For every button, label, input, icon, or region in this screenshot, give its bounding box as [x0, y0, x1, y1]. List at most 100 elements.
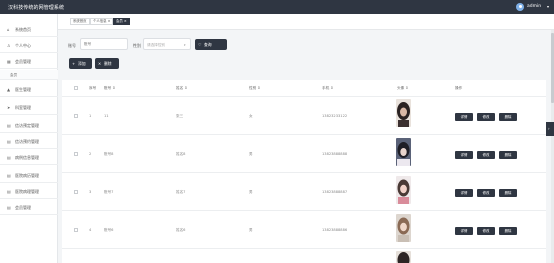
sidebar-item-label: 会员管理 — [15, 59, 31, 64]
sidebar-item-hospital-records[interactable]: ▤ 医院病历管理 — [0, 168, 58, 183]
sidebar-item-label: 科室管理 — [15, 105, 31, 110]
column-header-index: 序号 — [89, 86, 97, 90]
table-row — [62, 134, 546, 172]
list-icon: ▤ — [7, 173, 11, 178]
row-gender: 男 — [249, 228, 253, 232]
row-edit-button[interactable]: 修改 — [477, 113, 495, 121]
sidebar-item-label: 个人中心 — [15, 43, 31, 48]
column-header-account[interactable]: 账号 ⇕ — [104, 86, 115, 91]
table-row — [62, 210, 546, 248]
sidebar-item-members[interactable]: ▦ 会员管理 — [0, 54, 58, 69]
avatar-photo — [396, 251, 411, 263]
chevron-down-icon: ▾ — [184, 43, 186, 47]
column-header-gender[interactable]: 性别 ⇕ — [249, 86, 260, 91]
sidebar-item-member-mgmt[interactable]: ▤ 会员管理 — [0, 200, 58, 215]
avatar-photo — [396, 176, 411, 204]
username[interactable]: admin — [527, 4, 541, 9]
list-icon: ▤ — [7, 139, 11, 144]
row-detail-button[interactable]: 详情 — [455, 151, 473, 159]
row-account: 11 — [104, 114, 109, 118]
sidebar-item-case-info[interactable]: ▤ 病例信息管理 — [0, 150, 58, 165]
account-search-input[interactable] — [80, 38, 128, 50]
add-button[interactable]: + 添加 — [69, 58, 92, 69]
row-index: 4 — [89, 228, 92, 232]
row-checkbox[interactable] — [74, 152, 78, 156]
row-checkbox[interactable] — [74, 114, 78, 118]
search-icon: ♡ — [198, 42, 202, 47]
plus-icon: + — [72, 61, 76, 66]
row-checkbox[interactable] — [74, 228, 78, 232]
row-account: 账号6 — [104, 228, 114, 232]
sidebar-item-label: 病例信息管理 — [15, 155, 39, 160]
list-icon: ▤ — [7, 205, 11, 210]
user-avatar-icon[interactable] — [516, 3, 524, 11]
row-detail-button[interactable]: 详情 — [455, 113, 473, 121]
sidebar-subitem-label: 会员 — [10, 73, 18, 77]
row-phone: 13823888887 — [322, 190, 348, 194]
row-edit-button[interactable]: 修改 — [477, 227, 495, 235]
row-index: 1 — [89, 114, 92, 118]
row-gender: 男 — [249, 152, 253, 156]
tab-profile[interactable]: 个人信息 × — [90, 18, 114, 25]
chevron-down-icon[interactable]: ▾ — [547, 4, 549, 9]
sidebar-item-doctors[interactable]: ▲ 医生管理 — [0, 82, 58, 97]
table-row — [62, 96, 546, 134]
sidebar-item-home[interactable]: ⌂ 系统首页 — [0, 22, 58, 37]
sidebar-item-visit-appointment[interactable]: ▤ 信访预约管理 — [0, 134, 58, 149]
sidebar-item-visit-booking[interactable]: ▤ 信访预定管理 — [0, 118, 58, 133]
row-account: 账号7 — [104, 190, 114, 194]
row-delete-button[interactable]: 删除 — [499, 113, 517, 121]
select-all-checkbox[interactable] — [74, 86, 78, 90]
sidebar-item-departments[interactable]: ➤ 科室管理 — [0, 100, 58, 115]
sidebar-item-label: 医院病理管理 — [15, 189, 39, 194]
row-detail-button[interactable]: 详情 — [455, 189, 473, 197]
row-checkbox[interactable] — [74, 190, 78, 194]
row-phone: 13823888888 — [322, 152, 348, 156]
row-index: 3 — [89, 190, 92, 194]
tab-home[interactable]: 系统首页 — [70, 18, 90, 25]
row-delete-button[interactable]: 删除 — [499, 189, 517, 197]
sidebar-item-label: 医生管理 — [15, 87, 31, 92]
sidebar-item-profile[interactable]: ♙ 个人中心 — [0, 38, 58, 53]
app-title: 汉科技传统的网管理系统 — [8, 5, 65, 11]
column-header-actions: 操作 — [455, 86, 463, 90]
bulk-delete-button[interactable]: ✕ 删除 — [95, 58, 119, 69]
sidebar-item-label: 系统首页 — [15, 27, 31, 32]
row-delete-button[interactable]: 删除 — [499, 227, 517, 235]
column-header-name[interactable]: 姓名 ⇕ — [176, 86, 187, 91]
chevron-right-icon: › — [548, 126, 550, 131]
top-bar: 汉科技传统的网管理系统 admin ▾ — [0, 0, 554, 14]
row-gender: 女 — [249, 114, 253, 118]
row-name: 姓名7 — [176, 190, 186, 194]
tab-bar: 系统首页 个人信息 × 会员 × — [58, 14, 554, 30]
row-detail-button[interactable]: 详情 — [455, 227, 473, 235]
list-icon: ▤ — [7, 155, 11, 160]
list-icon: ▤ — [7, 123, 11, 128]
sidebar-subitem-member[interactable]: 会员 — [0, 70, 58, 80]
tab-member[interactable]: 会员 × — [113, 18, 130, 25]
table-row — [62, 172, 546, 210]
sidebar-item-label: 信访预约管理 — [15, 139, 39, 144]
column-header-phone[interactable]: 手机 ⇕ — [322, 86, 333, 91]
account-search-label: 账号 — [68, 43, 76, 48]
list-icon: ▤ — [7, 189, 11, 194]
user-icon: ♙ — [7, 43, 11, 48]
gender-search-label: 性别 — [133, 43, 141, 48]
sidebar-item-label: 医院病历管理 — [15, 173, 39, 178]
table-row — [62, 248, 546, 263]
add-button-label: 添加 — [78, 61, 86, 66]
column-header-avatar[interactable]: 头像 ⇕ — [397, 86, 408, 91]
side-panel-toggle[interactable]: › — [546, 122, 554, 136]
home-icon: ⌂ — [7, 27, 10, 32]
sidebar: ⌂ 系统首页 ♙ 个人中心 ▦ 会员管理 会员 ▲ 医生管理 ➤ 科室管理 ▤ … — [0, 14, 58, 263]
row-edit-button[interactable]: 修改 — [477, 189, 495, 197]
row-delete-button[interactable]: 删除 — [499, 151, 517, 159]
row-edit-button[interactable]: 修改 — [477, 151, 495, 159]
person-icon: ▲ — [7, 87, 11, 92]
grid-icon: ▦ — [7, 59, 11, 64]
sidebar-item-hospital-pathology[interactable]: ▤ 医院病理管理 — [0, 184, 58, 199]
row-name: 张三 — [176, 114, 184, 118]
search-button[interactable]: ♡ 查询 — [195, 39, 227, 50]
sidebar-item-label: 会员管理 — [15, 205, 31, 210]
delete-button-label: 删除 — [104, 61, 112, 66]
